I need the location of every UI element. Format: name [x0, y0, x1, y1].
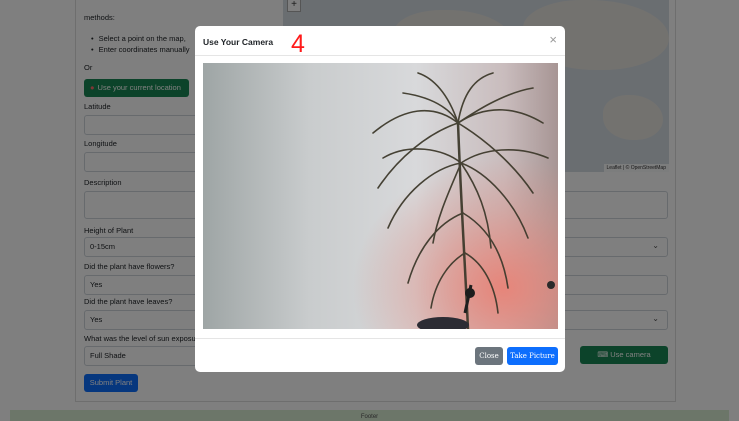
take-picture-button[interactable]: Take Picture: [507, 347, 558, 365]
modal-title: Use Your Camera: [203, 37, 274, 47]
step-annotation: 4: [291, 30, 305, 58]
close-icon[interactable]: ×: [549, 32, 557, 47]
camera-modal: Use Your Camera 4 × Close Take Picture: [195, 26, 565, 372]
close-button[interactable]: Close: [475, 347, 503, 365]
modal-header: Use Your Camera 4 ×: [195, 26, 565, 58]
modal-footer: Close Take Picture: [195, 338, 565, 372]
plant-image: [372, 72, 555, 329]
camera-preview: [203, 63, 558, 329]
